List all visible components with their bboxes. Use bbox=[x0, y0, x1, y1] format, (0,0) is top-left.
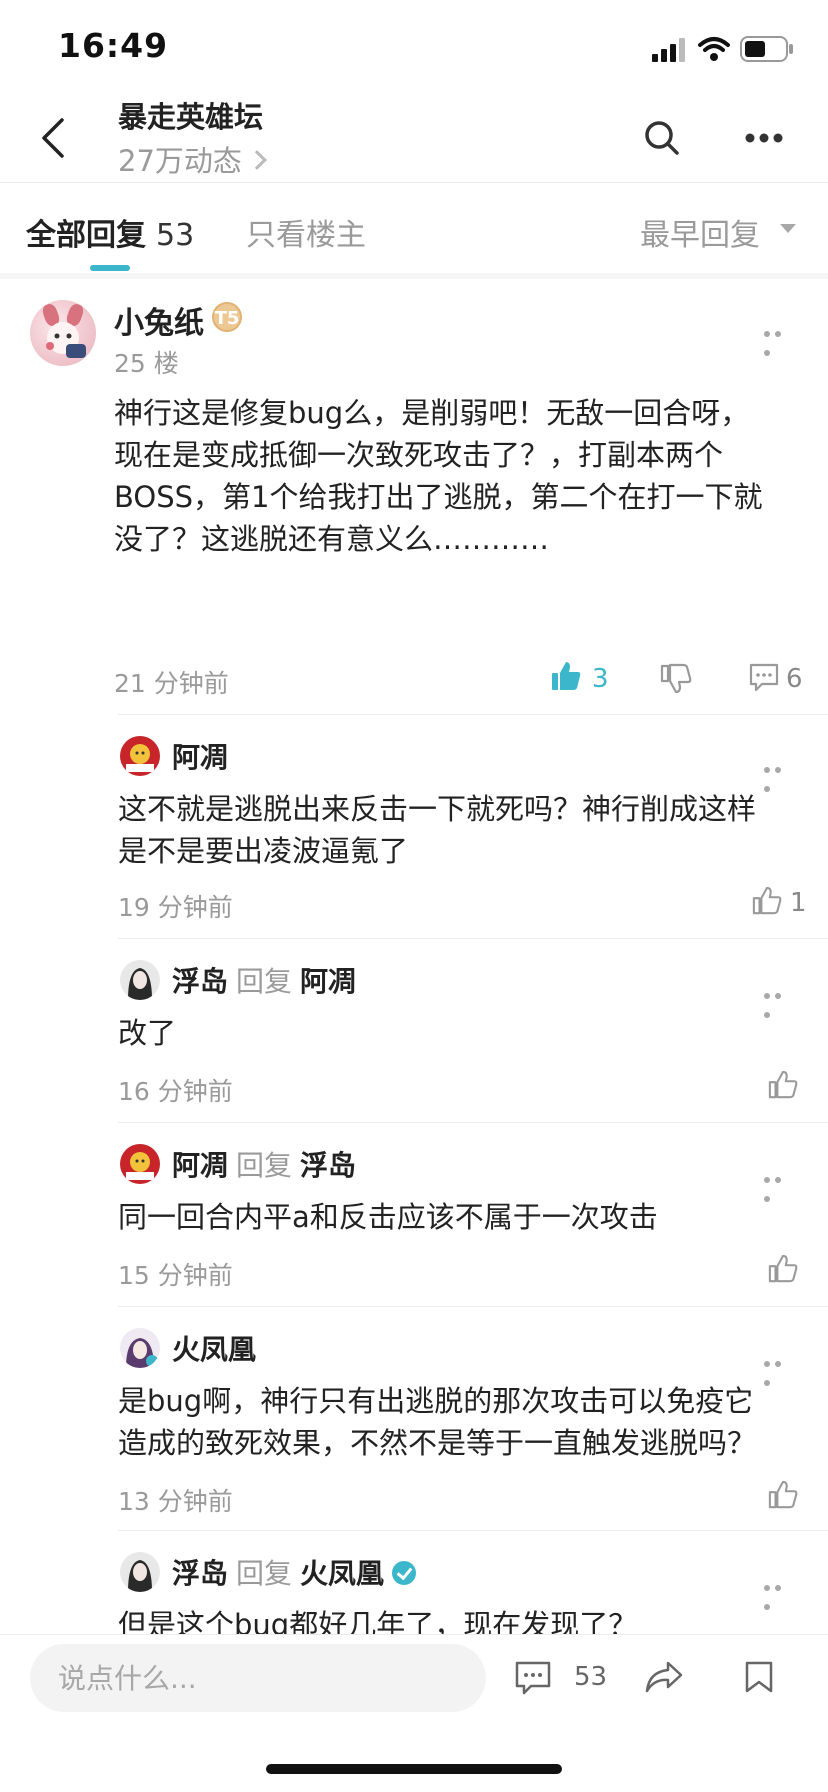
tab-op-only[interactable]: 只看楼主 bbox=[246, 210, 366, 254]
reply-content: 同一回合内平a和反击应该不属于一次攻击 bbox=[118, 1200, 658, 1234]
thumbs-up-icon[interactable] bbox=[768, 1070, 798, 1100]
reply-to-label: 回复 bbox=[236, 1557, 293, 1590]
reply-content: 这不就是逃脱出来反击一下就死吗？神行削成这样 是不是要出凌波逼氪了 bbox=[118, 792, 757, 868]
comment-count[interactable]: 6 bbox=[786, 664, 803, 694]
forum-activity-link[interactable]: 27万动态 bbox=[118, 138, 267, 180]
level-badge: T5 bbox=[212, 302, 242, 332]
active-tab-indicator bbox=[90, 265, 130, 271]
reply-content: 是bug啊，神行只有出逃脱的那次攻击可以免疫它 造成的致死效果，不然不是等于一直… bbox=[118, 1384, 757, 1460]
reply-divider bbox=[118, 1530, 828, 1531]
reply-author[interactable]: 浮岛 回复 阿凋 bbox=[172, 960, 356, 1000]
reply-to-user[interactable]: 浮岛 bbox=[300, 1149, 356, 1182]
floor-number: 25 楼 bbox=[114, 349, 179, 378]
comment-icon[interactable] bbox=[514, 1660, 552, 1696]
reply-content: 改了 bbox=[118, 1016, 177, 1050]
status-time: 16:49 bbox=[58, 26, 169, 65]
reply-author[interactable]: 火凤凰 bbox=[172, 1328, 256, 1368]
avatar[interactable] bbox=[120, 1552, 160, 1592]
post-content: 神行这是修复bug么，是削弱吧！无敌一回合呀， 现在是变成抵御一次致死攻击了？，… bbox=[114, 396, 763, 556]
verified-icon bbox=[392, 1561, 417, 1585]
reply-author[interactable]: 阿凋 bbox=[172, 736, 228, 776]
reply-to-user[interactable]: 火凤凰 bbox=[300, 1557, 384, 1590]
tab-all-replies-count: 53 bbox=[156, 218, 195, 253]
reply-author[interactable]: 浮岛 回复 火凤凰 bbox=[172, 1552, 417, 1592]
reply-more-icon[interactable] bbox=[764, 1352, 794, 1386]
reply-time: 13 分钟前 bbox=[118, 1487, 233, 1516]
reply-to-label: 回复 bbox=[236, 1149, 293, 1182]
back-icon[interactable] bbox=[36, 118, 76, 158]
reply-divider bbox=[118, 714, 828, 715]
reply-more-icon[interactable] bbox=[764, 1576, 794, 1610]
reply-time: 19 分钟前 bbox=[118, 893, 233, 922]
avatar[interactable] bbox=[30, 300, 96, 366]
more-options-icon[interactable] bbox=[744, 132, 784, 144]
reply-time: 15 分钟前 bbox=[118, 1261, 233, 1290]
reply-divider bbox=[118, 1306, 828, 1307]
tab-all-replies-label: 全部回复 bbox=[26, 218, 146, 253]
avatar[interactable] bbox=[120, 960, 160, 1000]
thumbs-up-icon[interactable] bbox=[768, 1254, 798, 1284]
post-time: 21 分钟前 bbox=[114, 669, 229, 698]
chevron-right-icon bbox=[247, 150, 267, 170]
home-indicator bbox=[266, 1764, 562, 1774]
avatar[interactable] bbox=[120, 1328, 160, 1368]
reply-divider bbox=[118, 938, 828, 939]
bookmark-icon[interactable] bbox=[744, 1660, 774, 1694]
thumbs-up-filled-icon[interactable] bbox=[550, 660, 582, 692]
sort-dropdown[interactable]: 最早回复 bbox=[640, 210, 760, 254]
thumbs-up-icon[interactable] bbox=[752, 886, 782, 916]
post-author[interactable]: 小兔纸 bbox=[114, 298, 204, 342]
reply-time: 16 分钟前 bbox=[118, 1077, 233, 1106]
header-divider bbox=[0, 182, 828, 183]
comment-input[interactable] bbox=[30, 1644, 486, 1712]
reply-to-user[interactable]: 阿凋 bbox=[300, 965, 356, 998]
bottom-divider bbox=[0, 1634, 828, 1635]
avatar[interactable] bbox=[120, 736, 160, 776]
forum-title[interactable]: 暴走英雄坛 bbox=[118, 94, 263, 136]
reply-more-icon[interactable] bbox=[764, 758, 794, 792]
post-more-icon[interactable] bbox=[764, 322, 794, 356]
reply-author[interactable]: 阿凋 回复 浮岛 bbox=[172, 1144, 356, 1184]
comment-icon[interactable] bbox=[748, 662, 780, 692]
share-icon[interactable] bbox=[644, 1660, 684, 1694]
reply-more-icon[interactable] bbox=[764, 984, 794, 1018]
reply-content-clip: 但是这个bug都好几年了，现在发现了？ bbox=[0, 1600, 828, 1634]
like-count[interactable]: 3 bbox=[592, 664, 609, 694]
reply-divider bbox=[118, 1122, 828, 1123]
reply-to-label: 回复 bbox=[236, 965, 293, 998]
thumbs-down-icon[interactable] bbox=[660, 662, 692, 694]
signal-icon bbox=[652, 38, 685, 62]
reply-like-count[interactable]: 1 bbox=[790, 888, 807, 918]
avatar[interactable] bbox=[120, 1144, 160, 1184]
tabs-divider bbox=[0, 273, 828, 279]
thumbs-up-icon[interactable] bbox=[768, 1480, 798, 1510]
caret-down-icon[interactable] bbox=[780, 224, 796, 233]
forum-activity-count: 27万动态 bbox=[118, 144, 242, 178]
search-icon[interactable] bbox=[644, 120, 680, 156]
reply-content: 但是这个bug都好几年了，现在发现了？ bbox=[118, 1608, 638, 1634]
tab-all-replies[interactable]: 全部回复 53 bbox=[26, 210, 194, 254]
bottom-comment-count[interactable]: 53 bbox=[574, 1662, 607, 1692]
battery-icon bbox=[740, 36, 793, 62]
wifi-icon bbox=[698, 37, 730, 61]
reply-more-icon[interactable] bbox=[764, 1168, 794, 1202]
